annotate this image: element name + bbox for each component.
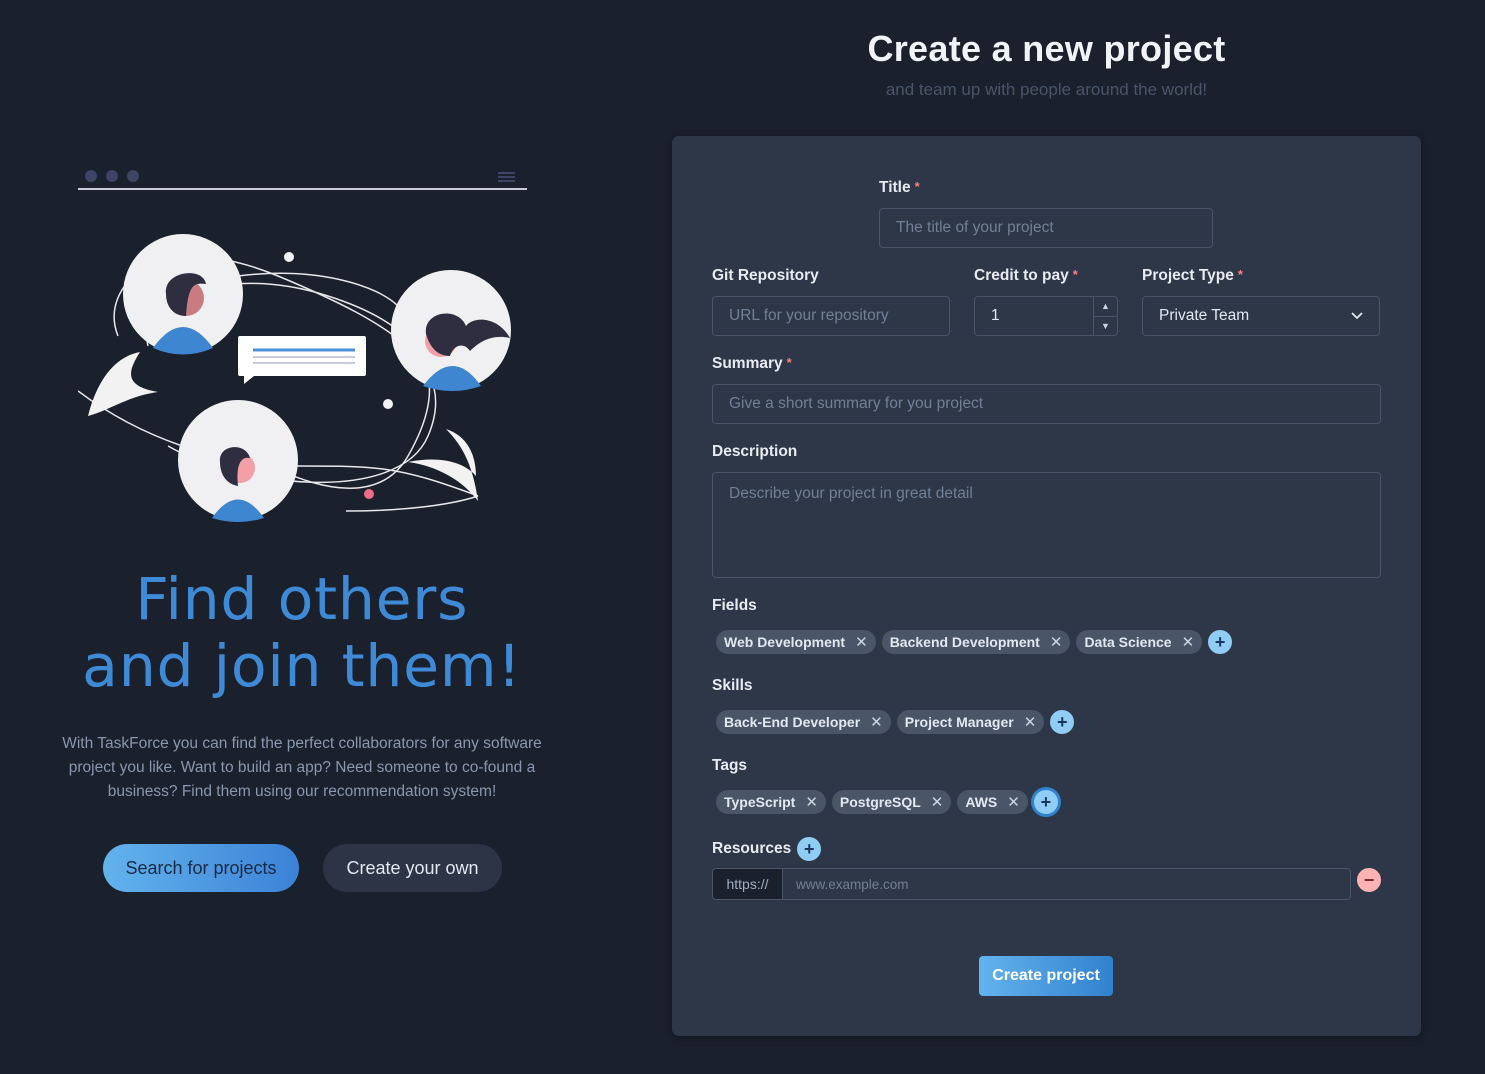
- required-marker: *: [914, 179, 920, 194]
- hero-title-line2: and join them!: [82, 632, 522, 700]
- title-input[interactable]: [879, 208, 1213, 248]
- remove-resource-button[interactable]: −: [1357, 868, 1381, 892]
- hero-title: Find others and join them!: [0, 566, 604, 700]
- stepper-controls: ▲ ▼: [1093, 297, 1117, 335]
- close-icon[interactable]: ✕: [855, 633, 868, 651]
- close-icon[interactable]: ✕: [1024, 713, 1037, 731]
- project-type-value: Private Team: [1159, 307, 1250, 324]
- tags-label: Tags: [712, 757, 748, 774]
- search-projects-button[interactable]: Search for projects: [103, 844, 299, 892]
- close-icon[interactable]: ✕: [1007, 793, 1020, 811]
- increment-icon[interactable]: ▲: [1094, 297, 1117, 317]
- add-tag-button[interactable]: +: [1033, 790, 1058, 814]
- create-project-form: Title* Git Repository Credit to pay* 1 ▲…: [672, 136, 1421, 1036]
- field-chip: Data Science ✕: [1076, 630, 1203, 654]
- required-marker: *: [1072, 267, 1078, 282]
- tag-chip: PostgreSQL ✕: [831, 790, 952, 814]
- description-label: Description: [712, 443, 798, 460]
- title-label: Title *: [879, 179, 920, 196]
- git-repository-label: Git Repository: [712, 267, 819, 284]
- close-icon[interactable]: ✕: [870, 713, 883, 731]
- close-icon[interactable]: ✕: [931, 793, 944, 811]
- hero-section: Find others and join them! With TaskForc…: [0, 0, 610, 1074]
- tag-chip: TypeScript ✕: [716, 790, 826, 814]
- resource-url-input[interactable]: [783, 869, 1350, 899]
- project-type-label: Project Type *: [1142, 267, 1243, 284]
- skill-chip: Project Manager ✕: [896, 710, 1045, 734]
- hero-title-line1: Find others: [135, 565, 469, 633]
- description-textarea[interactable]: [712, 472, 1381, 578]
- field-chip: Backend Development ✕: [881, 630, 1071, 654]
- resources-label: Resources +: [712, 837, 822, 861]
- summary-label: Summary *: [712, 355, 792, 372]
- tags-chips: TypeScript ✕ PostgreSQL ✕ AWS ✕ +: [716, 790, 1058, 814]
- fields-label: Fields: [712, 597, 757, 614]
- credit-stepper[interactable]: 1 ▲ ▼: [974, 296, 1118, 336]
- create-project-button[interactable]: Create project: [979, 956, 1113, 996]
- skills-label: Skills: [712, 677, 753, 694]
- page-subtitle: and team up with people around the world…: [885, 80, 1208, 99]
- field-chip: Web Development ✕: [716, 630, 876, 654]
- git-repository-input[interactable]: [712, 296, 950, 336]
- add-resource-button[interactable]: +: [797, 837, 822, 861]
- hero-description: With TaskForce you can find the perfect …: [62, 735, 542, 800]
- add-skill-button[interactable]: +: [1050, 710, 1075, 734]
- required-marker: *: [1237, 267, 1243, 282]
- close-icon[interactable]: ✕: [805, 793, 818, 811]
- summary-input[interactable]: [712, 384, 1381, 424]
- add-field-button[interactable]: +: [1208, 630, 1233, 654]
- close-icon[interactable]: ✕: [1182, 633, 1195, 651]
- fields-chips: Web Development ✕ Backend Development ✕ Da…: [716, 630, 1233, 654]
- skill-chip: Back-End Developer ✕: [716, 710, 891, 734]
- create-own-button[interactable]: Create your own: [323, 844, 502, 892]
- url-prefix: https://: [713, 869, 783, 899]
- decrement-icon[interactable]: ▼: [1094, 317, 1117, 336]
- credit-value: 1: [991, 307, 1000, 324]
- resource-url-group: https://: [712, 868, 1351, 900]
- required-marker: *: [786, 355, 792, 370]
- page-title: Create a new project: [867, 28, 1226, 69]
- skills-chips: Back-End Developer ✕ Project Manager ✕ +: [716, 710, 1075, 734]
- project-type-select[interactable]: Private Team: [1142, 296, 1380, 336]
- tag-chip: AWS ✕: [957, 790, 1028, 814]
- credit-label: Credit to pay *: [974, 267, 1078, 284]
- chevron-down-icon: [1351, 312, 1363, 320]
- close-icon[interactable]: ✕: [1050, 633, 1063, 651]
- collaboration-illustration: [78, 170, 527, 522]
